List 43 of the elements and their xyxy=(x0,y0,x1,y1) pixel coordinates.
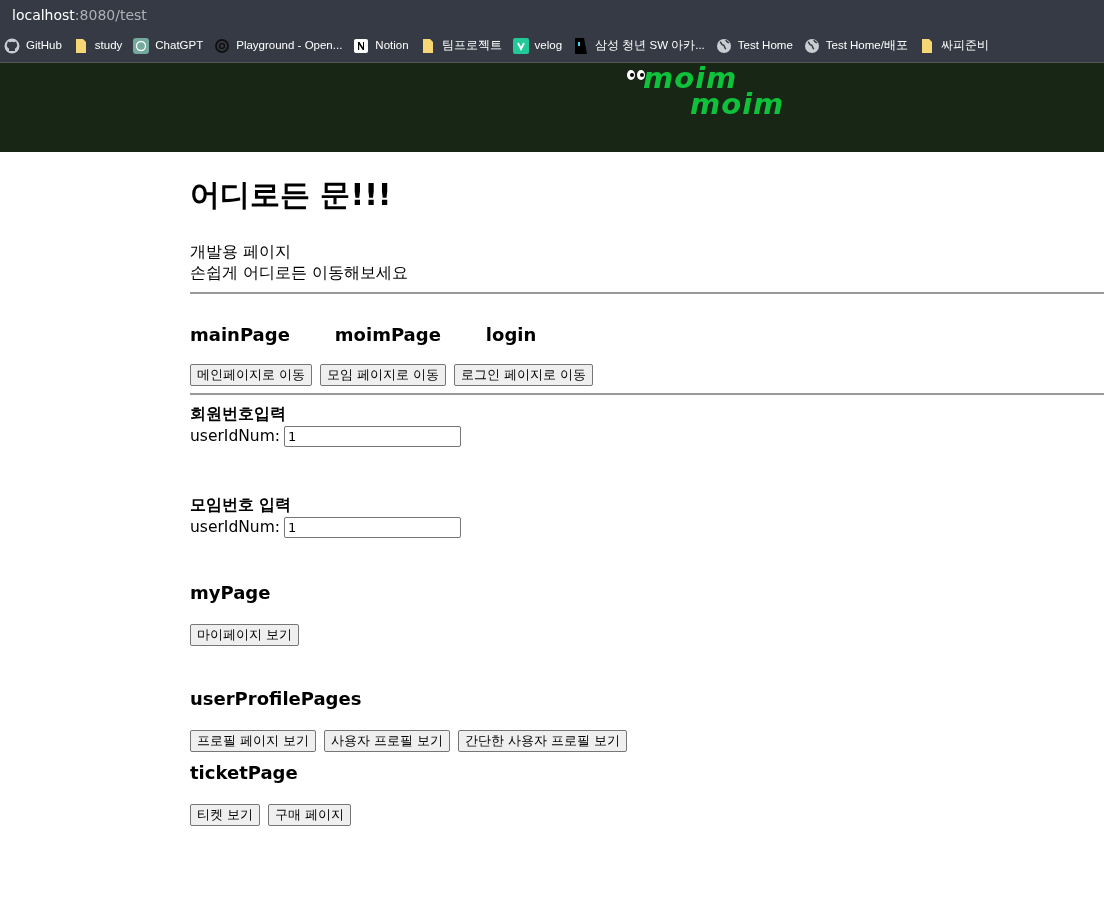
nav-button[interactable]: 로그인 페이지로 이동 xyxy=(453,364,593,386)
section-heading: moimPage xyxy=(334,323,441,347)
nav-button[interactable]: 구매 페이지 xyxy=(268,803,351,826)
nav-button[interactable]: 메인페이지로 이동 xyxy=(190,364,312,386)
intro-text: 손쉽게 어디로든 이동해보세요 xyxy=(190,263,409,284)
nav-button[interactable]: 프로필 페이지 보기 xyxy=(190,729,316,752)
globe-icon xyxy=(803,38,820,54)
section-heading: mainPage xyxy=(190,323,290,347)
notion-logo-icon xyxy=(353,38,370,54)
intro-text: 개발용 페이지 xyxy=(190,242,292,263)
field-heading: 모임번호 입력 xyxy=(190,495,293,517)
nav-button[interactable]: 간단한 사용자 프로필 보기 xyxy=(457,729,627,752)
nav-button[interactable]: 사용자 프로필 보기 xyxy=(323,729,450,752)
section-heading: login xyxy=(485,323,537,347)
bookmark[interactable]: Test Home xyxy=(715,37,793,55)
section-heading: userProfilePages xyxy=(190,686,363,711)
nav-button[interactable]: 마이페이지 보기 xyxy=(190,623,299,646)
bookmark[interactable]: 팀프로젝트 xyxy=(419,37,502,55)
chat-logo-icon xyxy=(133,38,150,54)
field-label: userIdNum: xyxy=(190,517,280,539)
logo-text: moim xyxy=(643,65,738,91)
bookmark[interactable]: Playground - Open... xyxy=(214,37,343,55)
bookmark[interactable]: Test Home/배포 xyxy=(803,37,908,55)
nav-button[interactable]: 티켓 보기 xyxy=(190,803,260,826)
bookmark[interactable]: study xyxy=(72,37,123,55)
address-url[interactable]: localhost:8080/test xyxy=(12,4,147,26)
bookmark[interactable]: ChatGPT xyxy=(133,37,204,55)
bookmark[interactable]: velog xyxy=(512,37,563,55)
input-field[interactable]: 1 xyxy=(283,426,461,448)
section-heading: ticketPage xyxy=(190,760,299,785)
bookmark[interactable]: 싸피준비 xyxy=(918,37,989,55)
logo-text: moim xyxy=(690,91,785,117)
input-field[interactable]: 1 xyxy=(283,517,461,539)
bookmark[interactable]: 삼성 청년 SW 아카... xyxy=(573,37,705,55)
field-heading: 회원번호입력 xyxy=(190,404,287,425)
bookmark[interactable]: GitHub xyxy=(4,37,62,55)
nav-button[interactable]: 모임 페이지로 이동 xyxy=(320,364,446,386)
field-label: userIdNum: xyxy=(190,426,280,447)
bookmark[interactable]: Notion xyxy=(353,37,409,55)
section-heading: myPage xyxy=(190,580,272,605)
velog-logo-icon xyxy=(512,38,529,54)
page-title: 어디로든 문!!! xyxy=(190,176,393,214)
globe-icon xyxy=(715,38,732,54)
